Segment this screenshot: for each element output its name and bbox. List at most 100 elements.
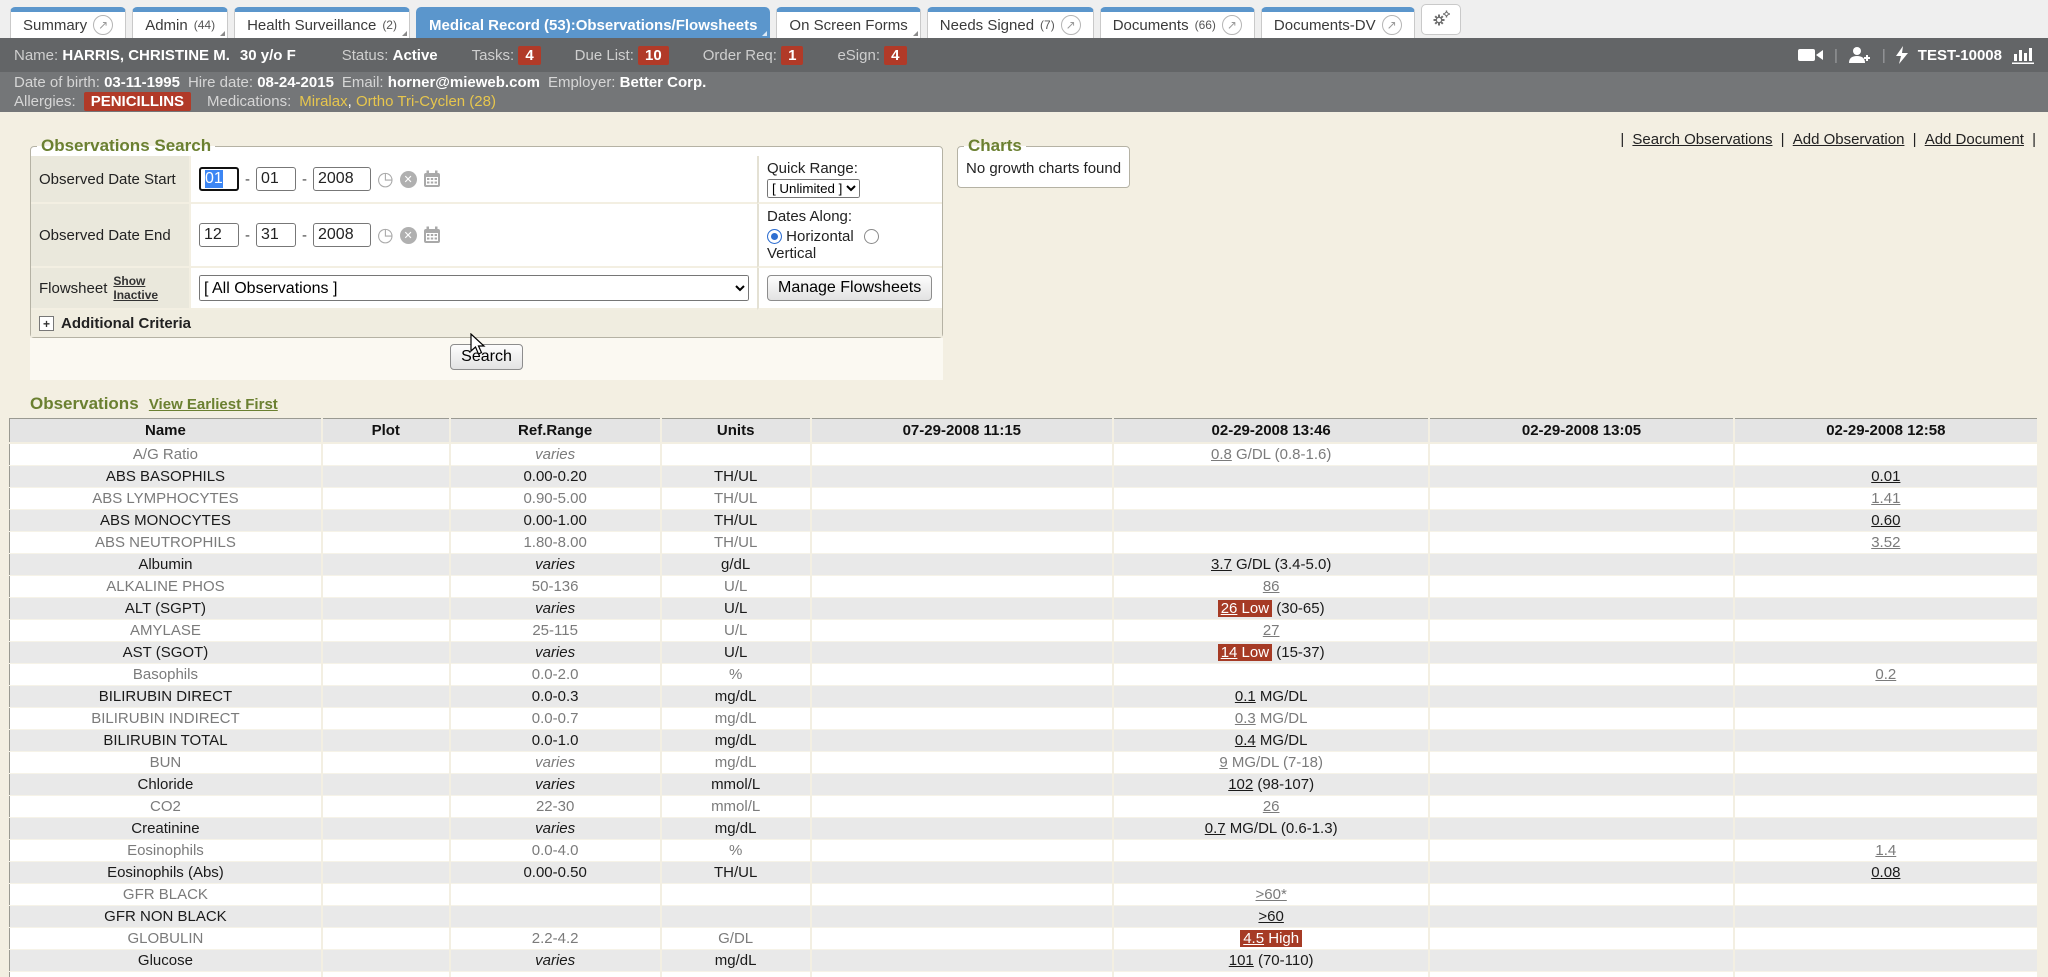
obs-value-cell bbox=[1429, 642, 1733, 664]
additional-criteria-row[interactable]: + Additional Criteria bbox=[31, 310, 942, 337]
clear-date-icon[interactable]: ✕ bbox=[400, 227, 417, 244]
tab-documents[interactable]: Documents(66)↗ bbox=[1100, 7, 1255, 38]
column-header-02-29-2008-13-05[interactable]: 02-29-2008 13:05 bbox=[1429, 419, 1733, 444]
time-icon[interactable]: ◷ bbox=[377, 170, 394, 189]
value-link[interactable]: 101 bbox=[1229, 952, 1254, 969]
obs-value-cell bbox=[1734, 906, 2038, 928]
tab-label: Documents bbox=[1113, 17, 1189, 34]
tab-settings-button[interactable] bbox=[1421, 4, 1461, 35]
esign-count-badge[interactable]: 4 bbox=[884, 46, 906, 65]
obs-value-cell: 0.4 MG/DL bbox=[1113, 730, 1429, 752]
value-link[interactable]: 14 bbox=[1221, 644, 1238, 661]
view-earliest-first-link[interactable]: View Earliest First bbox=[149, 396, 278, 413]
value-link[interactable]: 3.52 bbox=[1871, 534, 1900, 551]
video-call-icon[interactable] bbox=[1798, 47, 1824, 63]
tab-on-screen-forms[interactable]: On Screen Forms bbox=[776, 7, 920, 38]
column-header-02-29-2008-12-58[interactable]: 02-29-2008 12:58 bbox=[1734, 419, 2038, 444]
value-link[interactable]: 1.41 bbox=[1871, 490, 1900, 507]
value-link[interactable]: 0.3 bbox=[1235, 710, 1256, 727]
tab-health-surveillance[interactable]: Health Surveillance(2) bbox=[234, 7, 410, 38]
quick-range-select[interactable]: [ Unlimited ] bbox=[767, 179, 860, 198]
value-link[interactable]: 0.1 bbox=[1235, 688, 1256, 705]
flowsheet-select[interactable]: [ All Observations ] bbox=[199, 275, 749, 301]
date-end-year-input[interactable]: 2008 bbox=[313, 223, 371, 247]
tab-admin[interactable]: Admin(44) bbox=[132, 7, 228, 38]
column-header-02-29-2008-13-46[interactable]: 02-29-2008 13:46 bbox=[1113, 419, 1429, 444]
obs-plot-cell bbox=[322, 906, 450, 928]
tab-documents-dv[interactable]: Documents-DV↗ bbox=[1261, 7, 1415, 38]
allergy-badge[interactable]: PENICILLINS bbox=[84, 92, 191, 111]
order-req-label: Order Req: bbox=[703, 47, 777, 64]
lightning-icon[interactable] bbox=[1896, 46, 1908, 64]
value-link[interactable]: 0.60 bbox=[1871, 512, 1900, 529]
value-link[interactable]: >60* bbox=[1256, 886, 1287, 903]
open-external-icon[interactable]: ↗ bbox=[1222, 15, 1242, 35]
value-link[interactable]: 1.4 bbox=[1875, 842, 1896, 859]
tab-summary[interactable]: Summary↗ bbox=[10, 7, 126, 38]
dates-along-option-horizontal[interactable]: Horizontal bbox=[767, 228, 854, 245]
column-header-units[interactable]: Units bbox=[661, 419, 811, 444]
column-header-07-29-2008-11-15[interactable]: 07-29-2008 11:15 bbox=[811, 419, 1113, 444]
open-external-icon[interactable]: ↗ bbox=[93, 15, 113, 35]
medication-link[interactable]: Miralax bbox=[299, 93, 347, 110]
obs-units-cell: mg/dL bbox=[661, 950, 811, 972]
value-link[interactable]: 26 bbox=[1263, 798, 1280, 815]
column-header-ref-range[interactable]: Ref.Range bbox=[450, 419, 661, 444]
value-link[interactable]: 0.2 bbox=[1875, 666, 1896, 683]
search-button[interactable]: Search bbox=[450, 344, 523, 370]
date-end-day-input[interactable]: 31 bbox=[256, 223, 296, 247]
tab-needs-signed[interactable]: Needs Signed(7)↗ bbox=[927, 7, 1094, 38]
value-link[interactable]: 0.08 bbox=[1871, 864, 1900, 881]
obs-value-cell bbox=[1429, 818, 1733, 840]
obs-value-cell bbox=[811, 510, 1113, 532]
value-link[interactable]: 26 bbox=[1221, 600, 1238, 617]
add-document-link[interactable]: Add Document bbox=[1925, 131, 2024, 148]
value-link[interactable]: 3.7 bbox=[1211, 556, 1232, 573]
time-icon[interactable]: ◷ bbox=[377, 226, 394, 245]
date-start-year-input[interactable]: 2008 bbox=[313, 167, 371, 191]
date-start-day-input[interactable]: 01 bbox=[256, 167, 296, 191]
observations-table: NamePlotRef.RangeUnits07-29-2008 11:1502… bbox=[9, 418, 2039, 977]
status-label: Status: bbox=[342, 47, 389, 64]
clear-date-icon[interactable]: ✕ bbox=[400, 171, 417, 188]
value-link[interactable]: 0.01 bbox=[1871, 468, 1900, 485]
value-link[interactable]: 9 bbox=[1219, 754, 1227, 771]
open-external-icon[interactable]: ↗ bbox=[1061, 15, 1081, 35]
search-observations-link[interactable]: Search Observations bbox=[1632, 131, 1772, 148]
obs-ref-range-cell: varies bbox=[450, 554, 661, 576]
value-link[interactable]: 86 bbox=[1263, 578, 1280, 595]
value-link[interactable]: 102 bbox=[1228, 776, 1253, 793]
medication-link[interactable]: Ortho Tri-Cyclen (28) bbox=[356, 93, 496, 110]
manage-flowsheets-button[interactable]: Manage Flowsheets bbox=[767, 275, 932, 301]
obs-value-cell bbox=[811, 906, 1113, 928]
obs-value-cell bbox=[811, 730, 1113, 752]
value-suffix: MG/DL (0.6-1.3) bbox=[1226, 820, 1338, 837]
obs-ref-range-cell: 2.2-4.2 bbox=[450, 928, 661, 950]
add-person-icon[interactable] bbox=[1848, 46, 1872, 64]
date-start-month-input[interactable]: 01 bbox=[199, 167, 239, 191]
column-header-name[interactable]: Name bbox=[10, 419, 322, 444]
radio-horizontal[interactable] bbox=[767, 229, 782, 244]
obs-name-cell: ALKALINE PHOS bbox=[10, 576, 322, 598]
value-link[interactable]: 0.4 bbox=[1235, 732, 1256, 749]
add-observation-link[interactable]: Add Observation bbox=[1793, 131, 1905, 148]
column-header-plot[interactable]: Plot bbox=[322, 419, 450, 444]
tab-medical-record-53-observations-flowsheets[interactable]: Medical Record (53):Observations/Flowshe… bbox=[416, 7, 770, 38]
radio-vertical[interactable] bbox=[864, 229, 879, 244]
due-list-count-badge[interactable]: 10 bbox=[638, 46, 669, 65]
tasks-count-badge[interactable]: 4 bbox=[518, 46, 540, 65]
value-link[interactable]: 4.5 bbox=[1243, 930, 1264, 947]
flowsheet-chart-icon[interactable] bbox=[2012, 46, 2034, 64]
value-link[interactable]: >60 bbox=[1258, 908, 1283, 925]
calendar-icon[interactable] bbox=[423, 226, 441, 244]
show-inactive-link[interactable]: Show Inactive bbox=[113, 274, 181, 302]
value-link[interactable]: 27 bbox=[1263, 622, 1280, 639]
calendar-icon[interactable] bbox=[423, 170, 441, 188]
value-link[interactable]: 0.8 bbox=[1211, 446, 1232, 463]
value-link[interactable]: 0.7 bbox=[1205, 820, 1226, 837]
order-req-count-badge[interactable]: 1 bbox=[781, 46, 803, 65]
date-end-month-input[interactable]: 12 bbox=[199, 223, 239, 247]
expand-plus-icon[interactable]: + bbox=[39, 316, 54, 331]
obs-ref-range-cell: 0.0-2.0 bbox=[450, 664, 661, 686]
open-external-icon[interactable]: ↗ bbox=[1382, 15, 1402, 35]
